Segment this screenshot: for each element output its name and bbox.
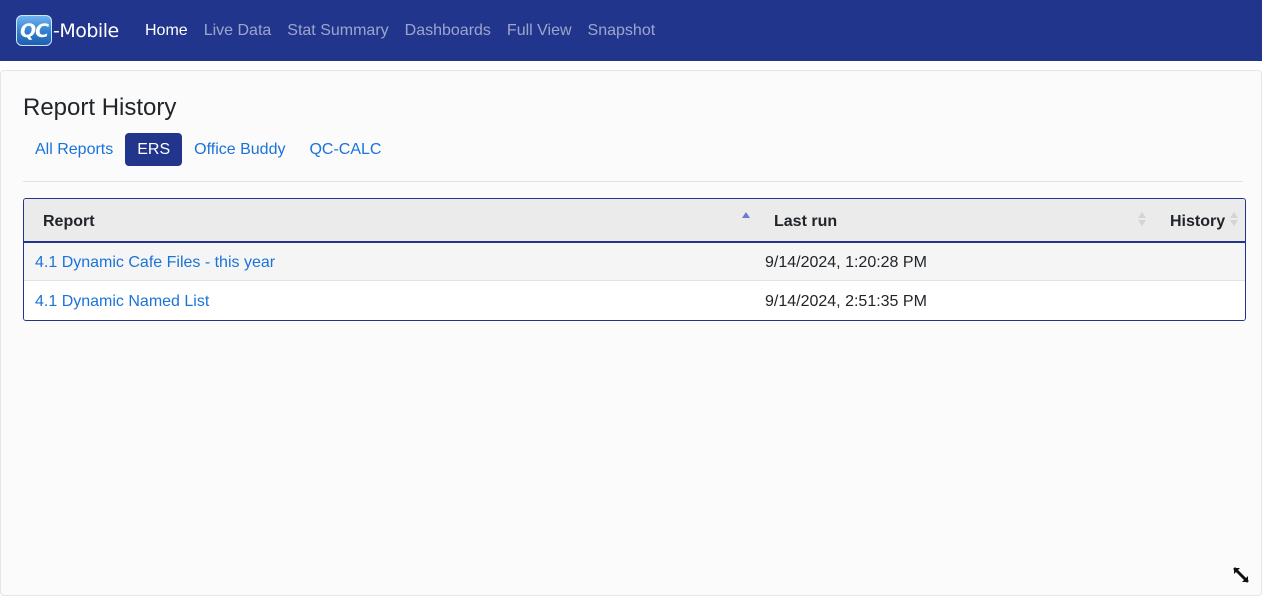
sort-ascending-icon[interactable] (742, 212, 750, 226)
table-row: 4.1 Dynamic Named List 9/14/2024, 2:51:3… (24, 282, 1245, 320)
report-history-card: Report History All Reports ERS Office Bu… (0, 70, 1262, 596)
report-tabs: All Reports ERS Office Buddy QC-CALC (23, 133, 393, 166)
column-header-history[interactable]: History (1170, 199, 1225, 243)
last-run-value: 9/14/2024, 1:20:28 PM (765, 254, 927, 271)
sort-icon[interactable] (1138, 212, 1146, 226)
tab-qc-calc[interactable]: QC-CALC (297, 133, 393, 166)
report-link[interactable]: 4.1 Dynamic Cafe Files - this year (35, 243, 275, 283)
tab-office-buddy[interactable]: Office Buddy (182, 133, 297, 166)
resize-icon[interactable] (1232, 566, 1250, 584)
table-row: 4.1 Dynamic Cafe Files - this year 9/14/… (24, 243, 1245, 281)
nav-full-view[interactable]: Full View (499, 22, 580, 40)
last-run-value: 9/14/2024, 2:51:35 PM (765, 293, 927, 310)
logo-badge: QC (16, 15, 52, 46)
sort-icon[interactable] (1230, 212, 1238, 226)
nav-stat-summary[interactable]: Stat Summary (279, 22, 396, 40)
divider (23, 181, 1243, 182)
nav-snapshot[interactable]: Snapshot (580, 22, 664, 40)
column-header-last-run[interactable]: Last run (774, 199, 837, 243)
main-nav: Home Live Data Stat Summary Dashboards F… (137, 0, 663, 61)
column-header-report[interactable]: Report (43, 199, 95, 243)
tab-all-reports[interactable]: All Reports (23, 133, 125, 166)
nav-live-data[interactable]: Live Data (196, 22, 280, 40)
tab-ers[interactable]: ERS (125, 133, 183, 166)
logo-text: -Mobile (53, 19, 119, 42)
nav-home[interactable]: Home (137, 22, 196, 40)
app-logo[interactable]: QC -Mobile (16, 15, 119, 46)
table-header: Report Last run History (24, 199, 1245, 243)
page-title: Report History (23, 94, 177, 121)
report-link[interactable]: 4.1 Dynamic Named List (35, 282, 209, 320)
top-navbar: QC -Mobile Home Live Data Stat Summary D… (0, 0, 1262, 61)
report-table: Report Last run History 4.1 Dynamic Cafe… (23, 198, 1246, 321)
nav-dashboards[interactable]: Dashboards (397, 22, 499, 40)
